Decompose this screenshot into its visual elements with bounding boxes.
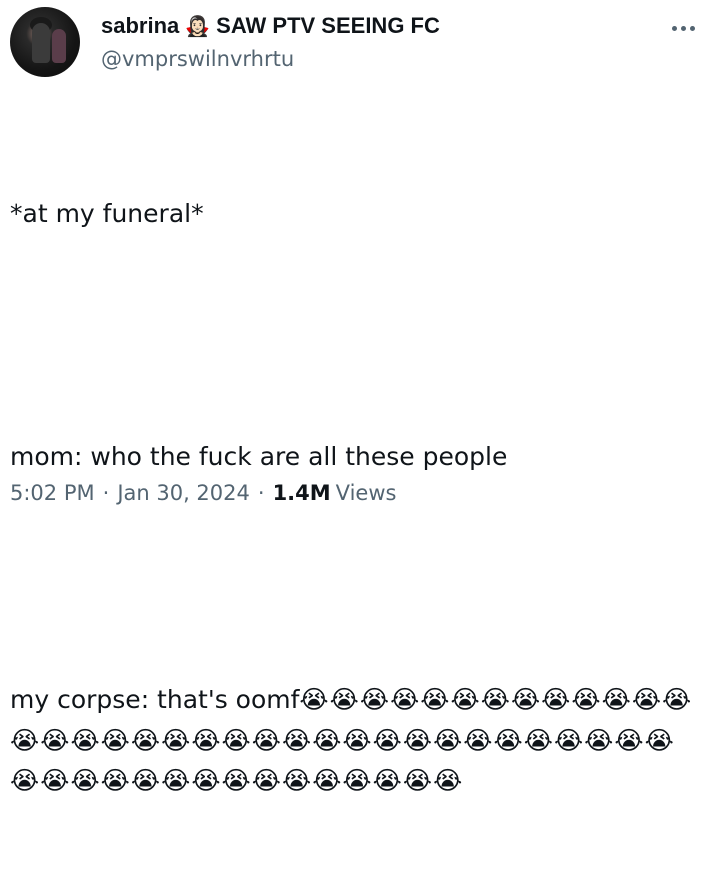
crying-face-emoji-icon: 😭 (614, 725, 645, 755)
views-label: Views (335, 481, 397, 505)
views-count: 1.4M (272, 481, 331, 505)
crying-face-emoji-icon: 😭 (402, 725, 434, 755)
crying-face-emoji-icon: 😭 (221, 766, 252, 795)
avatar-figure-secondary (52, 29, 66, 63)
crying-face-emoji-icon: 😭 (480, 685, 511, 714)
crying-face-emoji-icon: 😭 (644, 725, 675, 755)
crying-face-emoji-icon: 😭 (450, 685, 481, 714)
crying-face-emoji-icon: 😭 (251, 766, 282, 795)
dot (689, 25, 695, 31)
crying-face-emoji-icon: 😭 (40, 766, 71, 795)
crying-face-emoji-icon: 😭 (584, 725, 615, 755)
crying-face-emoji-icon: 😭 (161, 725, 192, 755)
dot (671, 25, 677, 31)
crying-face-emoji-icon: 😭 (130, 725, 162, 755)
username-handle[interactable]: @vmprswilnvrhrtu (101, 47, 294, 71)
crying-face-emoji-icon: 😭 (571, 685, 602, 714)
display-name-suffix: SAW PTV SEEING FC (216, 13, 440, 38)
crying-face-emoji-icon: 😭 (191, 725, 222, 755)
crying-face-emoji-icon: 😭 (221, 725, 252, 755)
crying-face-emoji-icon: 😭 (601, 685, 632, 714)
tweet-line-3: my corpse: that's oomf😭😭😭😭😭😭😭😭😭😭😭😭😭😭😭😭😭😭… (10, 680, 700, 802)
crying-face-emoji-icon: 😭 (100, 725, 131, 755)
crying-face-emoji-icon: 😭 (631, 685, 663, 714)
tweet: sabrina 🧛🏻‍♀️ SAW PTV SEEING FC @vmprswi… (0, 0, 716, 795)
tweet-date[interactable]: Jan 30, 2024 (117, 481, 250, 505)
crying-face-emoji-icon: 😭 (342, 725, 373, 755)
tweet-line-3-text: my corpse: that's oomf (10, 685, 300, 714)
crying-face-emoji-icon: 😭 (420, 685, 451, 714)
crying-face-emoji-icon: 😭 (541, 685, 572, 714)
tweet-line-1: *at my funeral* (10, 199, 204, 228)
crying-face-emoji-icon: 😭 (510, 685, 542, 714)
crying-face-emoji-icon: 😭 (251, 725, 282, 755)
crying-face-emoji-icon: 😭 (281, 766, 313, 795)
crying-face-emoji-icon: 😭 (70, 766, 101, 795)
crying-face-emoji-icon: 😭 (10, 725, 41, 755)
vampire-emoji-icon: 🧛🏻‍♀️ (185, 14, 211, 38)
crying-face-emoji-icon: 😭 (553, 725, 585, 755)
tweet-line-2: mom: who the fuck are all these people (10, 442, 508, 471)
crying-face-emoji-icon: 😭 (299, 685, 330, 714)
more-options-icon[interactable] (666, 16, 700, 40)
crying-face-emoji-icon: 😭 (191, 766, 222, 795)
separator-dot: · (257, 481, 265, 505)
avatar-figure (32, 23, 50, 63)
avatar[interactable] (10, 7, 80, 77)
crying-face-emoji-icon: 😭 (523, 725, 554, 755)
crying-face-emoji-icon: 😭 (70, 725, 101, 755)
crying-face-emoji-icon: 😭 (10, 766, 41, 795)
crying-face-emoji-icon: 😭 (662, 685, 693, 714)
crying-face-emoji-icon: 😭 (372, 725, 403, 755)
crying-face-emoji-icon: 😭 (493, 725, 524, 755)
crying-face-emoji-icon: 😭 (329, 685, 360, 714)
crying-face-emoji-icon: 😭 (390, 685, 421, 714)
crying-face-emoji-icon: 😭 (463, 725, 494, 755)
crying-face-emoji-icon: 😭 (100, 766, 131, 795)
crying-face-emoji-icon: 😭 (402, 766, 434, 795)
crying-face-emoji-icon: 😭 (342, 766, 373, 795)
crying-face-emoji-icon: 😭 (372, 766, 403, 795)
crying-face-emoji-icon: 😭 (433, 725, 464, 755)
crying-face-emoji-icon: 😭 (312, 725, 343, 755)
crying-face-emoji-icon: 😭 (161, 766, 192, 795)
dot (680, 25, 686, 31)
crying-face-emoji-icon: 😭 (40, 725, 71, 755)
crying-face-emoji-icon: 😭 (130, 766, 162, 795)
separator-dot: · (102, 481, 110, 505)
tweet-meta: 5:02 PM · Jan 30, 2024 · 1.4M Views (10, 481, 396, 505)
author-name-row[interactable]: sabrina 🧛🏻‍♀️ SAW PTV SEEING FC (101, 11, 440, 41)
crying-face-emoji-icon: 😭 (359, 685, 391, 714)
crying-face-emoji-icon: 😭 (433, 766, 464, 795)
crying-face-emoji-icon: 😭 (312, 766, 343, 795)
display-name[interactable]: sabrina (101, 13, 179, 39)
crying-face-emoji-icon: 😭 (281, 725, 313, 755)
tweet-time[interactable]: 5:02 PM (10, 481, 95, 505)
